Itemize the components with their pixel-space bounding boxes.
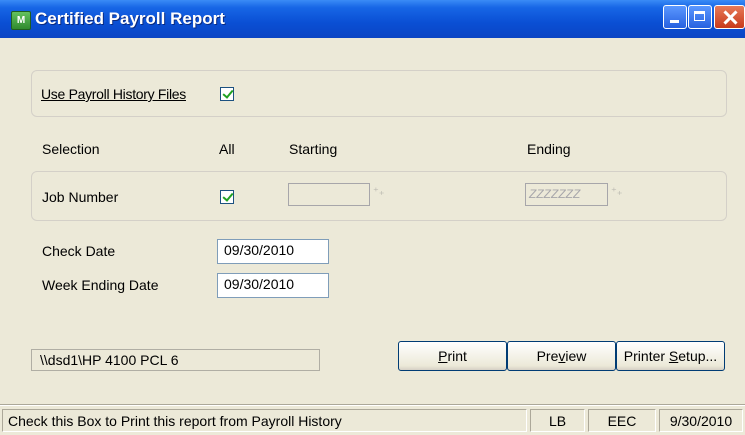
- week-ending-field[interactable]: 09/30/2010: [217, 273, 329, 298]
- starting-header: Starting: [289, 141, 338, 157]
- maximize-icon[interactable]: [688, 5, 712, 29]
- title-bar[interactable]: M Certified Payroll Report: [0, 0, 745, 38]
- ending-header: Ending: [527, 141, 571, 157]
- use-history-checkbox[interactable]: [220, 87, 234, 101]
- certified-payroll-window: M Certified Payroll Report Use Payroll H…: [0, 0, 745, 435]
- week-ending-label: Week Ending Date: [42, 277, 159, 293]
- status-user: LB: [530, 409, 585, 432]
- preview-button[interactable]: Preview: [507, 341, 616, 371]
- status-bar: Check this Box to Print this report from…: [0, 405, 745, 435]
- check-date-label: Check Date: [42, 243, 116, 259]
- minimize-icon[interactable]: [663, 5, 687, 29]
- all-header: All: [219, 141, 235, 157]
- status-date: 9/30/2010: [659, 409, 743, 432]
- status-company: EEC: [588, 409, 656, 432]
- status-message: Check this Box to Print this report from…: [2, 409, 527, 432]
- lookup-icon[interactable]: ⁺₊: [611, 184, 623, 200]
- job-number-label: Job Number: [42, 189, 119, 205]
- job-number-ending-field[interactable]: ZZZZZZZ: [525, 183, 608, 206]
- job-number-all-checkbox[interactable]: [220, 190, 234, 204]
- check-date-field[interactable]: 09/30/2010: [217, 239, 329, 264]
- job-number-starting-field[interactable]: [288, 183, 370, 206]
- selection-header: Selection: [42, 141, 100, 157]
- print-button[interactable]: Print: [398, 341, 507, 371]
- app-icon: M: [11, 11, 31, 30]
- printer-name-field[interactable]: \\dsd1\HP 4100 PCL 6: [31, 349, 320, 371]
- lookup-icon[interactable]: ⁺₊: [373, 184, 385, 200]
- window-title: Certified Payroll Report: [35, 9, 225, 28]
- use-history-label: Use Payroll History Files: [41, 86, 186, 102]
- close-icon[interactable]: [714, 5, 745, 29]
- printer-setup-button[interactable]: Printer Setup...: [616, 341, 725, 371]
